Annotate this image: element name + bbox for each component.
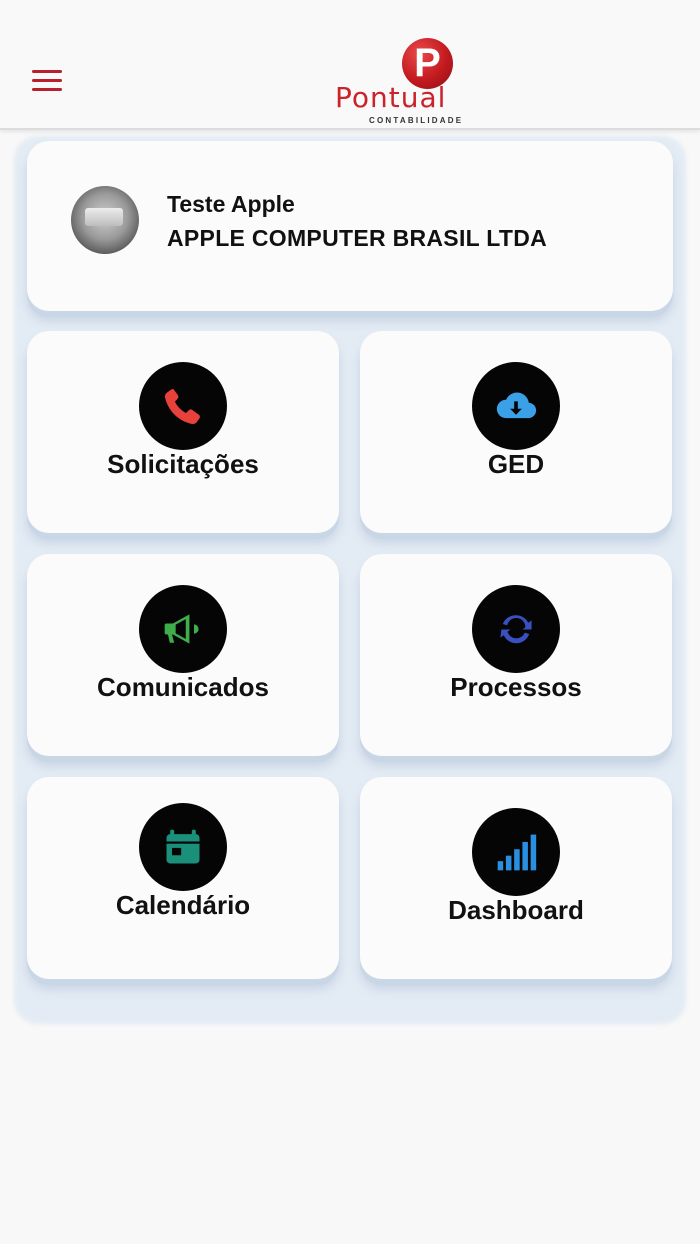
calendar-icon — [139, 803, 227, 891]
tile-label: Solicitações — [107, 449, 259, 479]
tile-solicitacoes[interactable]: Solicitações — [27, 331, 339, 533]
sync-icon — [472, 585, 560, 673]
signal-bars-icon — [472, 808, 560, 896]
app-header: P Pontual CONTABILIDADE — [0, 0, 700, 130]
tile-label: Processos — [450, 672, 582, 702]
tile-processos[interactable]: Processos — [360, 554, 672, 756]
tile-comunicados[interactable]: Comunicados — [27, 554, 339, 756]
pontual-logo: P Pontual CONTABILIDADE — [333, 38, 463, 126]
tile-label: Dashboard — [448, 895, 584, 925]
profile-card[interactable]: Teste Apple APPLE COMPUTER BRASIL LTDA — [27, 141, 673, 311]
tile-ged[interactable]: GED — [360, 331, 672, 533]
phone-icon — [139, 362, 227, 450]
megaphone-icon — [139, 585, 227, 673]
logo-name: Pontual — [335, 81, 447, 114]
cloud-download-icon — [472, 362, 560, 450]
logo-subtitle: CONTABILIDADE — [369, 116, 464, 125]
tile-calendario[interactable]: Calendário — [27, 777, 339, 979]
tile-label: Calendário — [115, 890, 251, 920]
tile-label: GED — [487, 449, 545, 479]
hamburger-menu-icon[interactable] — [30, 68, 64, 94]
profile-company: APPLE COMPUTER BRASIL LTDA — [167, 225, 548, 251]
tile-dashboard[interactable]: Dashboard — [360, 777, 672, 979]
tile-label: Comunicados — [97, 672, 269, 702]
avatar — [71, 186, 139, 254]
profile-name: Teste Apple — [167, 191, 295, 217]
